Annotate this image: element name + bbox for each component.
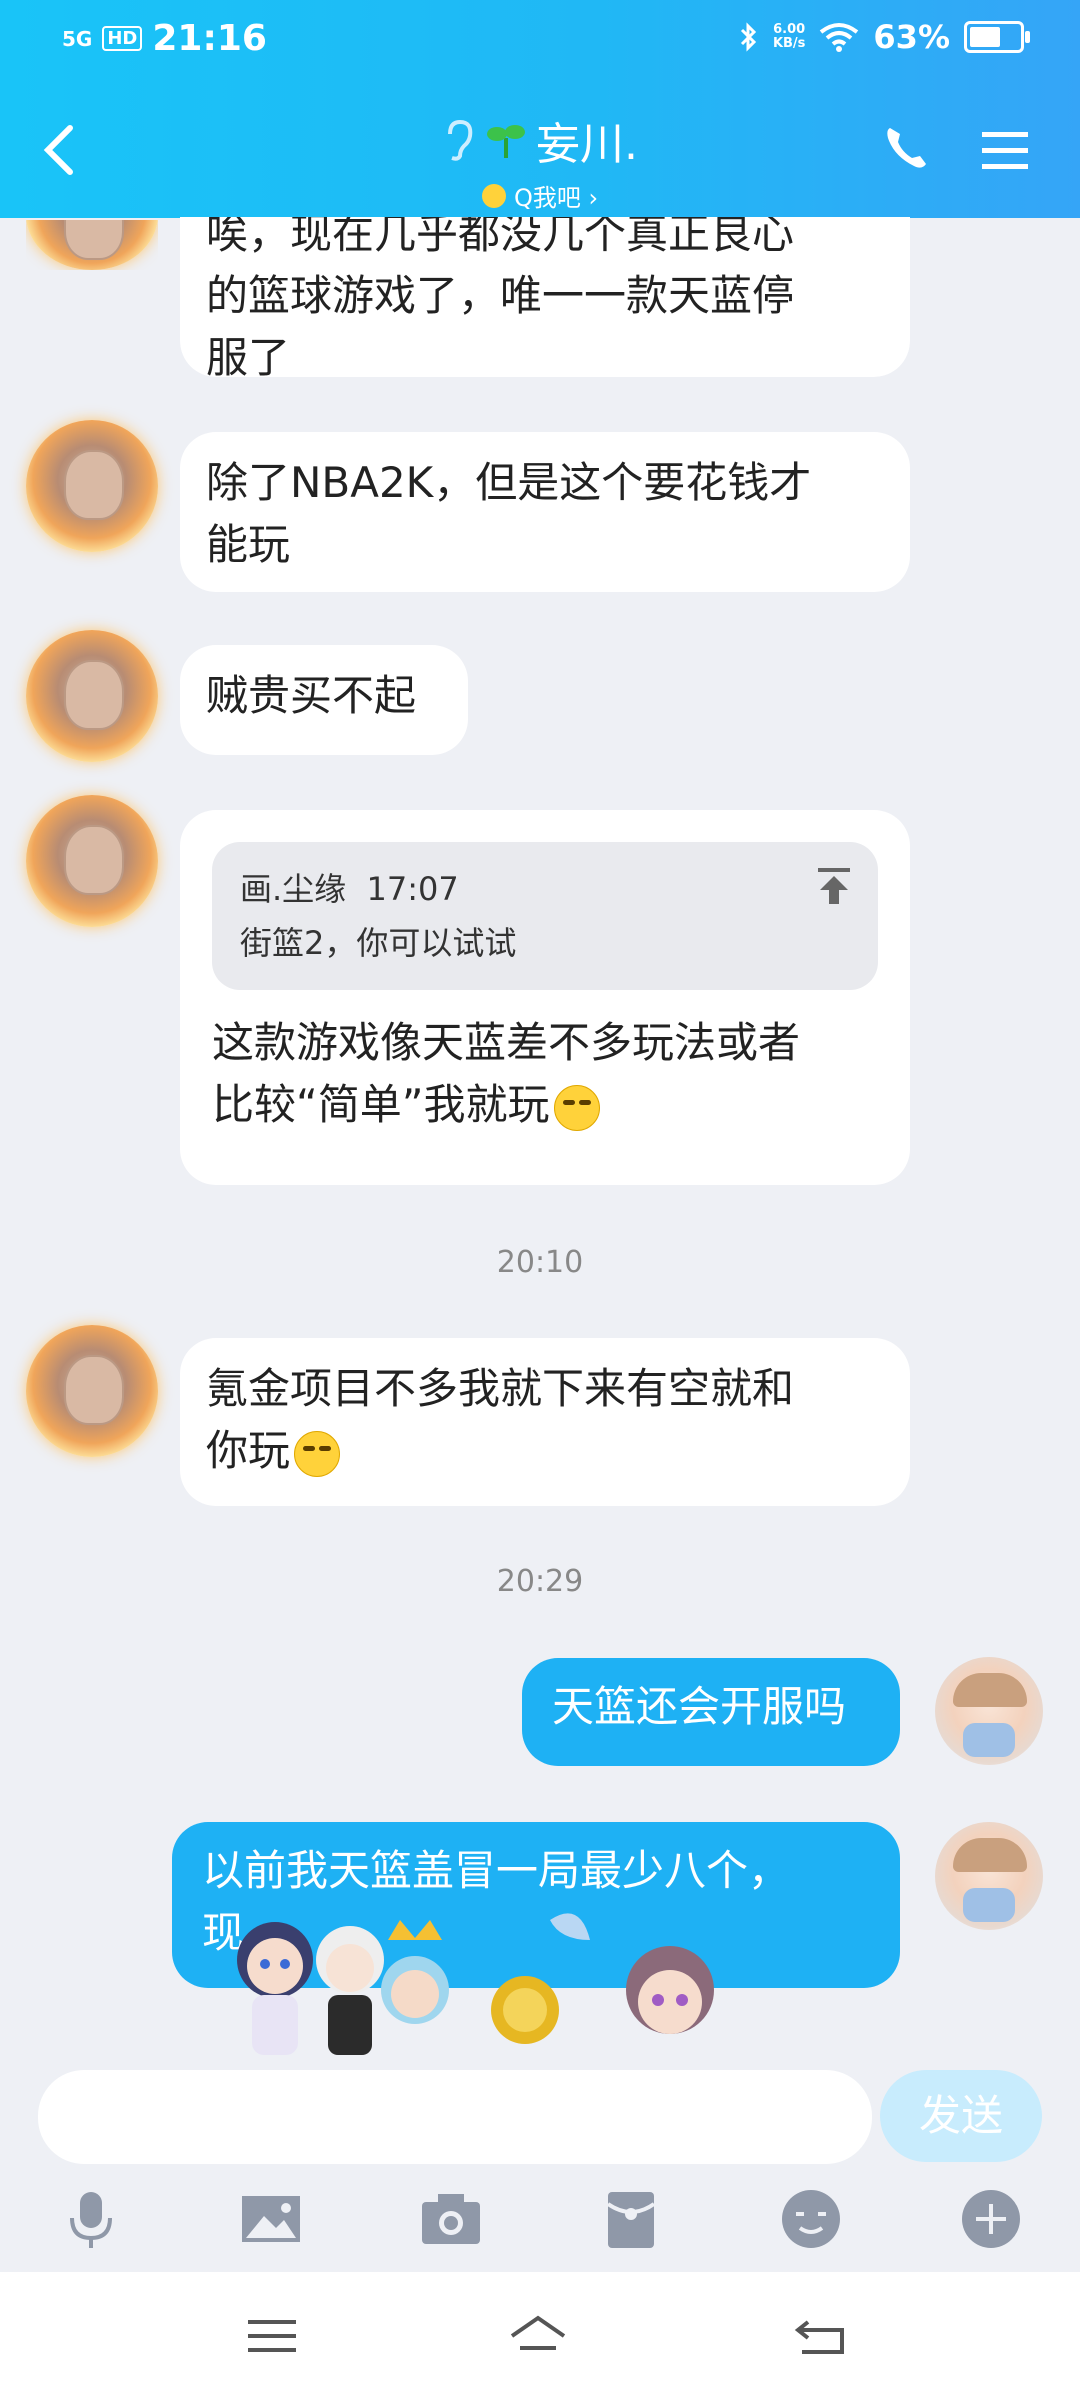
message-line: 除了NBA2K，但是这个要花钱才 xyxy=(206,458,812,507)
contact-avatar[interactable] xyxy=(26,420,158,552)
input-toolbar xyxy=(0,2170,1080,2270)
shy-emoji-icon xyxy=(553,1084,600,1131)
send-button[interactable]: 发送 xyxy=(880,2070,1042,2162)
message-line: 能玩 xyxy=(206,520,291,569)
sticker-girl-blue xyxy=(237,1922,313,2055)
network-label: 5G xyxy=(62,26,93,51)
net-speed: 6.00 KB/s xyxy=(773,23,805,51)
message-line: 这款游戏像天蓝差不多玩法或者 xyxy=(212,1018,801,1067)
sticker-characters xyxy=(237,1913,714,2055)
system-nav-bar xyxy=(0,2272,1080,2400)
sticker-boy-crown xyxy=(381,1920,449,2024)
microphone-icon[interactable] xyxy=(56,2184,126,2254)
contact-avatar[interactable] xyxy=(26,795,158,927)
phone-icon[interactable] xyxy=(880,122,932,174)
sprout-icon xyxy=(487,125,525,158)
back-nav-icon[interactable] xyxy=(790,2312,850,2362)
battery-tip xyxy=(1025,31,1030,43)
contact-avatar[interactable] xyxy=(26,1325,158,1457)
bluetooth-icon xyxy=(740,22,757,52)
message-bubble-in-with-quote[interactable]: 画.尘缘 17:07 街篮2，你可以试试 这款游戏像天蓝差不多玩法或者 比较“简… xyxy=(180,810,910,1185)
message-line: 你玩 xyxy=(206,1426,291,1475)
home-icon[interactable] xyxy=(508,2312,568,2362)
message-line-with-emoji: 你玩 xyxy=(206,1420,884,1482)
qwoba-label: Q我吧 › xyxy=(513,184,599,212)
message-line: 贼贵买不起 xyxy=(206,671,417,720)
message-line: 天篮还会开服吗 xyxy=(552,1682,847,1731)
red-packet-icon[interactable] xyxy=(596,2184,666,2254)
net-speed-unit: KB/s xyxy=(772,36,806,51)
qwoba-link[interactable]: Q我吧 › xyxy=(481,178,599,213)
message-line-with-emoji: 比较“简单”我就玩 xyxy=(212,1074,878,1136)
camera-icon[interactable] xyxy=(416,2184,486,2254)
quote-author: 画.尘缘 xyxy=(240,870,347,908)
quoted-message[interactable]: 画.尘缘 17:07 街篮2，你可以试试 xyxy=(212,842,878,990)
message-bubble-in[interactable]: 氪金项目不多我就下来有空就和 你玩 xyxy=(180,1338,910,1506)
my-avatar[interactable] xyxy=(935,1657,1043,1765)
battery-percent: 63% xyxy=(873,18,950,56)
my-avatar[interactable] xyxy=(935,1822,1043,1930)
smile-icon xyxy=(481,183,506,208)
hd-badge: HD xyxy=(102,26,143,51)
status-left: 5G HD 21:16 xyxy=(62,18,267,59)
sticker-girl-purple xyxy=(626,1946,714,2034)
message-line: 比较“简单”我就玩 xyxy=(212,1080,550,1129)
recent-apps-icon[interactable] xyxy=(242,2312,302,2362)
sticker-girl-white xyxy=(316,1926,384,2055)
status-bar: 5G HD 21:16 6.00 KB/s 63% xyxy=(0,0,1080,84)
sticker-gold-trophy xyxy=(491,1913,590,2044)
message-line: 服了 xyxy=(206,333,291,382)
wifi-icon xyxy=(820,23,859,52)
net-speed-value: 6.00 xyxy=(773,22,806,37)
image-icon[interactable] xyxy=(236,2184,306,2254)
jump-to-top-icon[interactable] xyxy=(816,866,852,906)
message-line: 的篮球游戏了，唯一一款天蓝停 xyxy=(206,271,795,320)
quote-text: 街篮2，你可以试试 xyxy=(240,924,517,962)
smirk-emoji-icon xyxy=(294,1430,341,1477)
timestamp: 20:29 xyxy=(496,1564,584,1599)
contact-name: 妄川. xyxy=(536,119,638,170)
message-line: 氪金项目不多我就下来有空就和 xyxy=(206,1364,795,1413)
contact-avatar[interactable] xyxy=(26,630,158,762)
timestamp: 20:10 xyxy=(496,1245,584,1280)
input-bar: 发送 xyxy=(0,2060,1080,2170)
plus-icon[interactable] xyxy=(956,2184,1026,2254)
menu-icon[interactable] xyxy=(980,128,1030,172)
title-row: 妄川. xyxy=(442,108,638,172)
emoji-icon[interactable] xyxy=(776,2184,846,2254)
clock: 21:16 xyxy=(152,18,267,59)
message-input[interactable] xyxy=(38,2070,872,2164)
quote-header: 画.尘缘 17:07 xyxy=(240,862,850,916)
quote-time: 17:07 xyxy=(366,870,459,908)
status-right: 6.00 KB/s 63% xyxy=(739,18,1030,56)
battery-icon xyxy=(964,21,1030,53)
message-bubble-in[interactable]: 除了NBA2K，但是这个要花钱才 能玩 xyxy=(180,432,910,592)
message-bubble-in[interactable]: 贼贵买不起 xyxy=(180,645,468,755)
ear-icon xyxy=(448,119,473,161)
battery-fill xyxy=(970,27,1000,47)
message-bubble-out[interactable]: 天篮还会开服吗 xyxy=(522,1658,900,1766)
chat-header: 5G HD 21:16 6.00 KB/s 63% 妄川. Q我吧 › xyxy=(0,0,1080,218)
